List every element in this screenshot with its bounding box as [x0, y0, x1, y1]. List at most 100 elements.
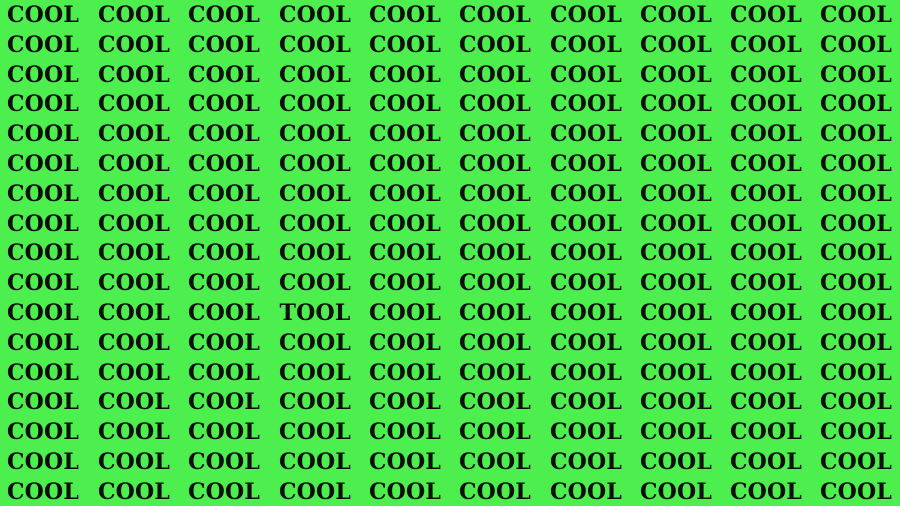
word-cell: COOL [549, 2, 623, 28]
word-cell: COOL [819, 31, 893, 58]
word-cell: COOL [368, 270, 442, 297]
word-cell: COOL [549, 449, 623, 475]
word-cell: COOL [368, 478, 442, 505]
word-cell: COOL [729, 300, 803, 326]
word-cell: COOL [639, 2, 713, 28]
word-cell: COOL [819, 210, 893, 237]
word-cell: COOL [729, 121, 803, 148]
word-cell: COOL [187, 151, 261, 177]
word-cell: COOL [639, 31, 713, 58]
word-cell: COOL [6, 389, 80, 416]
word-cell: COOL [368, 210, 442, 237]
word-cell: COOL [187, 300, 261, 326]
word-cell: COOL [819, 2, 893, 28]
word-cell: COOL [549, 359, 623, 386]
word-cell: COOL [368, 91, 442, 118]
word-cell: COOL [819, 419, 893, 446]
word-cell: COOL [639, 121, 713, 148]
word-cell: COOL [6, 419, 80, 446]
word-cell: COOL [187, 61, 261, 88]
word-cell: COOL [458, 419, 532, 446]
word-cell: COOL [729, 240, 803, 267]
word-cell: COOL [278, 31, 352, 58]
word-cell: COOL [819, 478, 893, 505]
word-cell: COOL [187, 270, 261, 297]
word-cell: COOL [549, 61, 623, 88]
word-cell: COOL [729, 151, 803, 177]
word-cell: COOL [97, 449, 171, 475]
word-cell: COOL [368, 31, 442, 58]
word-cell: COOL [458, 270, 532, 297]
word-cell: COOL [729, 389, 803, 416]
word-cell: COOL [97, 329, 171, 356]
word-cell: COOL [187, 419, 261, 446]
word-cell: COOL [187, 359, 261, 386]
word-cell: COOL [819, 180, 893, 207]
word-cell: COOL [97, 478, 171, 505]
word-cell: COOL [549, 121, 623, 148]
word-cell: COOL [278, 329, 352, 356]
word-cell: COOL [278, 91, 352, 118]
word-cell: COOL [278, 389, 352, 416]
word-cell: COOL [729, 449, 803, 475]
word-cell: COOL [819, 61, 893, 88]
word-cell: COOL [639, 270, 713, 297]
word-cell: COOL [458, 240, 532, 267]
word-cell: COOL [187, 180, 261, 207]
word-cell: COOL [729, 419, 803, 446]
word-cell: COOL [729, 478, 803, 505]
word-cell: COOL [97, 31, 171, 58]
word-cell: COOL [187, 329, 261, 356]
word-cell: COOL [549, 300, 623, 326]
word-cell: COOL [278, 210, 352, 237]
word-cell: COOL [97, 419, 171, 446]
word-cell: COOL [639, 359, 713, 386]
word-cell: COOL [187, 91, 261, 118]
word-cell: COOL [458, 91, 532, 118]
word-cell: COOL [97, 240, 171, 267]
word-cell: COOL [549, 180, 623, 207]
word-cell: COOL [368, 180, 442, 207]
word-cell: COOL [97, 61, 171, 88]
word-cell: COOL [729, 210, 803, 237]
word-cell: COOL [549, 210, 623, 237]
word-cell: COOL [819, 240, 893, 267]
word-cell: COOL [819, 91, 893, 118]
word-cell: COOL [458, 31, 532, 58]
word-cell: COOL [729, 2, 803, 28]
word-cell: COOL [97, 121, 171, 148]
word-cell: COOL [368, 61, 442, 88]
word-cell: COOL [368, 121, 442, 148]
word-cell: COOL [639, 478, 713, 505]
word-cell: COOL [278, 151, 352, 177]
word-puzzle-grid: COOL COOL COOL COOL COOL COOL COOL COOL COOL COOL… [0, 0, 900, 506]
word-cell: COOL [6, 359, 80, 386]
word-cell: COOL [458, 359, 532, 386]
word-cell: COOL [187, 389, 261, 416]
word-cell: COOL [458, 300, 532, 326]
word-cell: COOL [549, 240, 623, 267]
word-cell: COOL [278, 449, 352, 475]
word-cell: COOL [278, 478, 352, 505]
word-cell: COOL [6, 449, 80, 475]
word-cell: COOL [368, 2, 442, 28]
word-cell: COOL [368, 389, 442, 416]
word-cell: COOL [729, 31, 803, 58]
word-cell: COOL [278, 240, 352, 267]
word-cell: COOL [819, 359, 893, 386]
word-cell: COOL [458, 61, 532, 88]
word-cell: COOL [458, 478, 532, 505]
word-cell: COOL [6, 31, 80, 58]
word-cell: COOL [549, 270, 623, 297]
word-cell: COOL [549, 419, 623, 446]
word-cell: COOL [187, 449, 261, 475]
word-cell: COOL [368, 151, 442, 177]
word-cell: COOL [549, 389, 623, 416]
word-cell: COOL [97, 180, 171, 207]
word-cell: COOL [549, 31, 623, 58]
word-cell: COOL [639, 151, 713, 177]
word-cell: COOL [97, 91, 171, 118]
word-cell: COOL [6, 300, 80, 326]
word-cell: COOL [278, 2, 352, 28]
word-cell: COOL [458, 389, 532, 416]
